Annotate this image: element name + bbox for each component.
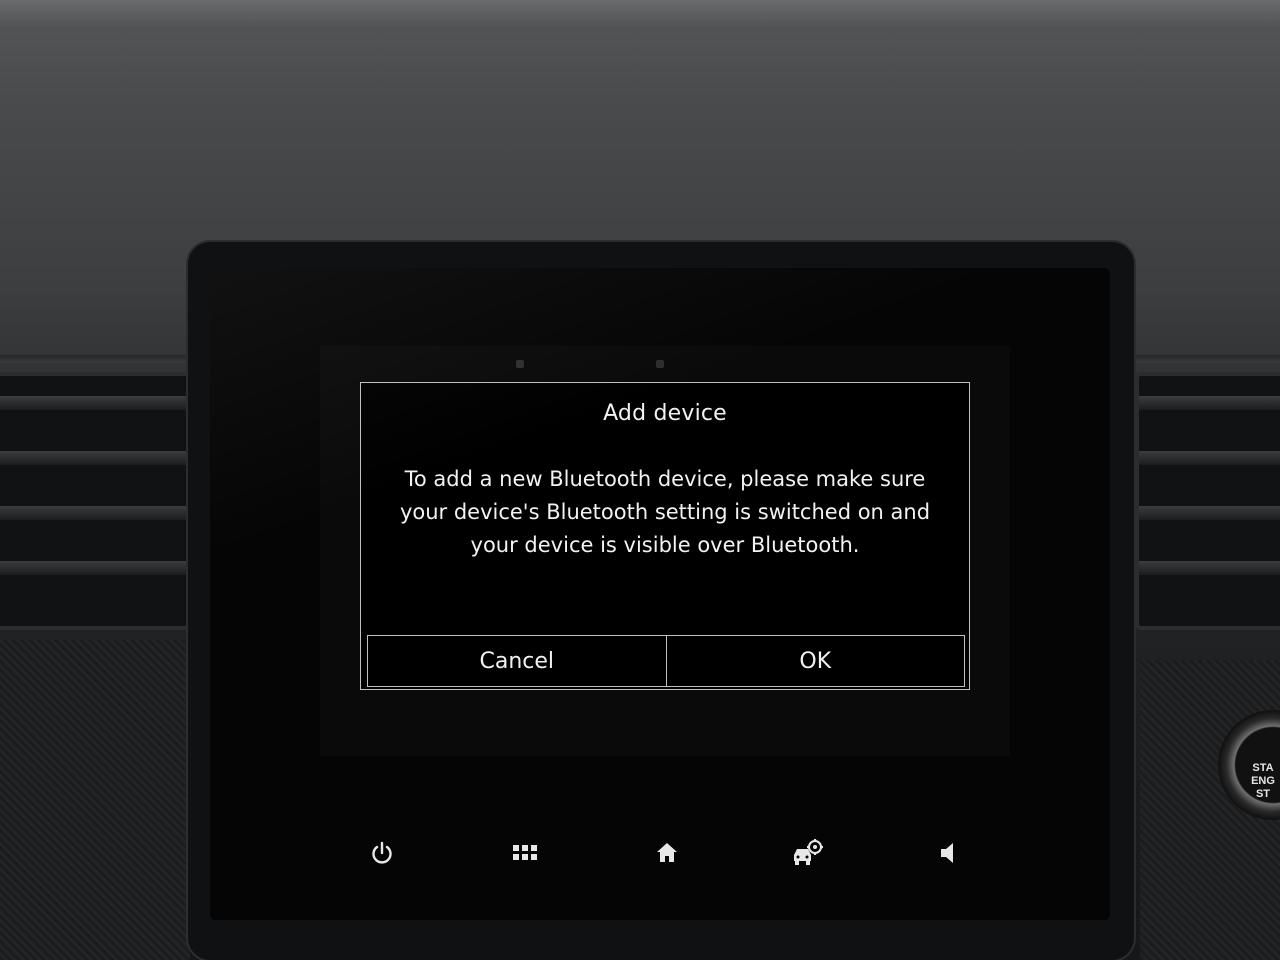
home-icon[interactable]: [647, 833, 687, 873]
car-settings-icon[interactable]: [788, 833, 828, 873]
dashboard-trim-left: [0, 640, 190, 960]
add-device-dialog: Add device To add a new Bluetooth device…: [360, 382, 970, 690]
air-vent-left: [0, 372, 198, 630]
status-indicator-icon: [516, 360, 524, 368]
infotainment-screen: Add device To add a new Bluetooth device…: [210, 268, 1110, 920]
cancel-button[interactable]: Cancel: [368, 636, 666, 686]
air-vent-right: [1135, 372, 1280, 630]
status-indicator-icon: [656, 360, 664, 368]
dialog-message: To add a new Bluetooth device, please ma…: [399, 467, 931, 557]
apps-grid-icon[interactable]: [505, 833, 545, 873]
dialog-button-row: Cancel OK: [367, 635, 965, 687]
engine-start-label: STA ENG ST: [1251, 762, 1275, 800]
bottom-navigation-bar: [210, 823, 1110, 883]
ok-button[interactable]: OK: [665, 636, 965, 686]
power-icon[interactable]: [362, 833, 402, 873]
dashboard-top-edge: [0, 0, 1280, 30]
car-dashboard: STA ENG ST Add device To add a new Bluet…: [0, 0, 1280, 960]
dialog-title: Add device: [603, 401, 727, 426]
volume-icon[interactable]: [928, 833, 968, 873]
